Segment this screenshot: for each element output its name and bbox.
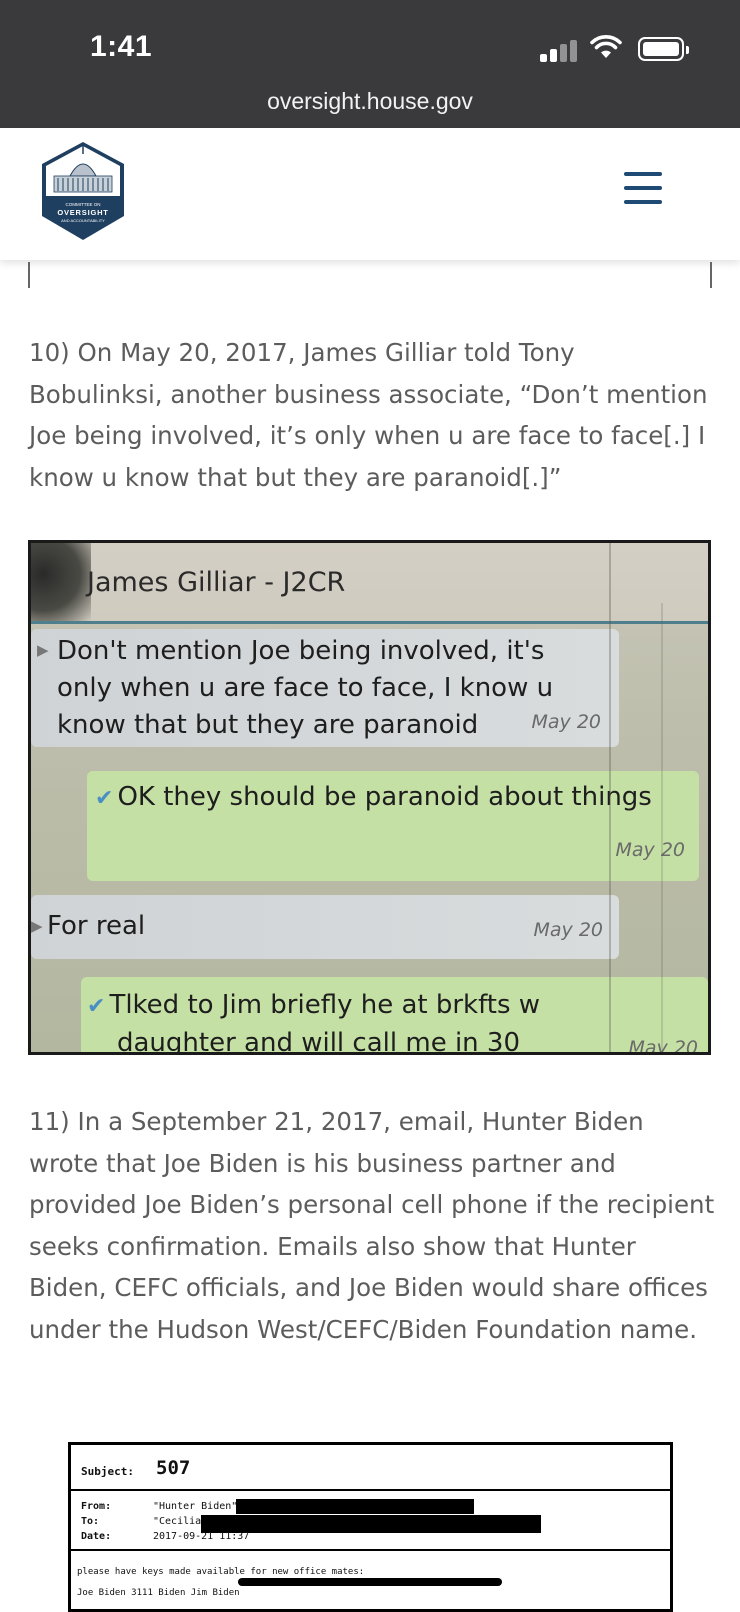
article-paragraph-10: 10) On May 20, 2017, James Gilliar told … [29,338,708,492]
contact-avatar [31,543,91,621]
status-time: 1:41 [90,30,153,63]
email-to-label: To: [81,1516,100,1527]
chat-header: James Gilliar - J2CR [31,543,708,624]
battery-icon [638,37,689,61]
article-paragraph-11: 11) In a September 21, 2017, email, Hunt… [29,1107,715,1344]
wifi-icon [590,35,622,58]
chat-message-line: OK they should be paranoid about things [117,782,652,812]
chat-message-date: May 20 [531,711,602,733]
incoming-arrow-icon: ▶ [31,917,43,935]
email-screenshot-image: Subject: 507 From: "Hunter Biden" To: "C… [68,1442,673,1612]
home-indicator[interactable] [238,1578,502,1586]
chat-contact-name: James Gilliar - J2CR [87,567,346,598]
read-check-icon: ✔ [95,786,114,811]
chat-message-date: May 20 [628,1037,699,1052]
read-check-icon: ✔ [87,994,106,1019]
chat-message-line: know that but they are paranoid [57,710,479,740]
email-subject-value: 507 [156,1457,191,1479]
email-from-value: "Hunter Biden" [153,1501,238,1512]
logo-line2: OVERSIGHT [57,208,108,217]
logo-line1: COMMITTEE ON [66,202,101,207]
chat-message-date: May 20 [533,919,604,941]
chat-message-incoming: ▶ Don't mention Joe being involved, it's… [31,629,619,747]
email-date-value: 2017-09-21 11:37 [153,1531,250,1542]
email-date-label: Date: [81,1531,112,1542]
cellular-signal-icon [540,40,580,62]
photo-crease [661,603,663,1052]
hamburger-icon[interactable] [624,172,662,206]
email-to-value: "Cecilia [153,1516,202,1527]
chat-message-date: May 20 [615,839,686,861]
status-bar: 1:41 oversight.house.gov [0,0,740,128]
incoming-arrow-icon: ▶ [37,641,49,659]
content-divider-right [710,262,712,288]
email-divider [71,1549,670,1551]
email-body-line: please have keys made available for new … [77,1567,365,1577]
logo-line3: AND ACCOUNTABILITY [61,218,105,223]
email-subject-label: Subject: [81,1465,134,1478]
address-bar-url[interactable]: oversight.house.gov [0,88,740,115]
chat-message-outgoing: ✔ OK they should be paranoid about things… [87,771,699,881]
committee-logo[interactable]: COMMITTEE ON OVERSIGHT AND ACCOUNTABILIT… [38,138,128,248]
content-divider-left [28,262,30,288]
chat-message-incoming: ▶ For real May 20 [31,895,619,959]
redaction-bar [201,1515,541,1533]
chat-message-line: daughter and will call me in 30 [117,1028,520,1052]
redaction-bar [236,1499,474,1514]
chat-message-line: Tlked to Jim briefly he at brkfts w [109,990,541,1020]
email-divider [71,1489,670,1491]
chat-message-line: For real [47,911,146,941]
email-from-label: From: [81,1501,112,1512]
photo-crease [609,543,611,1052]
email-body-line: Joe Biden 3111 Biden Jim Biden [77,1588,240,1598]
whatsapp-screenshot-image: James Gilliar - J2CR ▶ Don't mention Joe… [28,540,711,1055]
chat-message-outgoing: ✔ Tlked to Jim briefly he at brkfts w dau… [81,977,708,1052]
chat-message-line: only when u are face to face, I know u [57,673,554,703]
chat-message-line: Don't mention Joe being involved, it's [57,636,545,666]
